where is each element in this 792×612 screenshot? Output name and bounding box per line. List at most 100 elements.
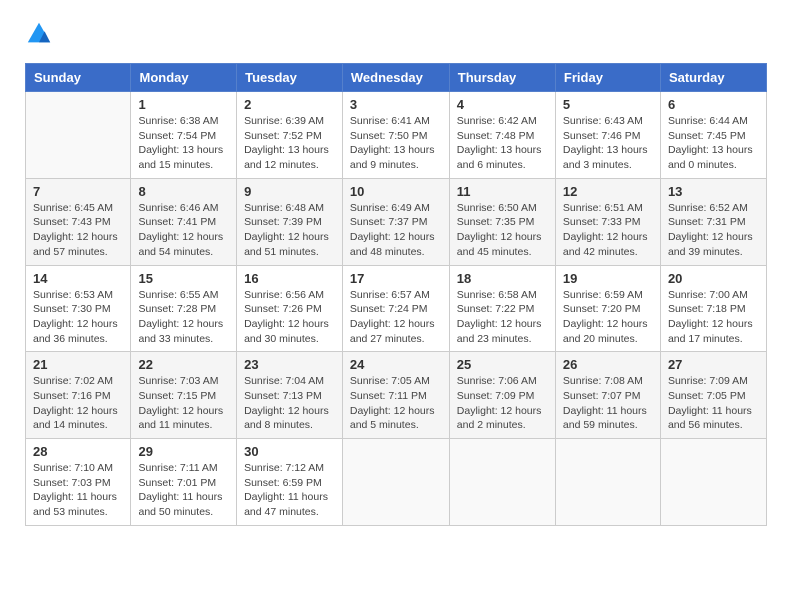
calendar-cell: 22 Sunrise: 7:03 AM Sunset: 7:15 PM Dayli…	[131, 352, 237, 439]
day-number: 9	[244, 184, 335, 199]
day-number: 26	[563, 357, 653, 372]
day-number: 23	[244, 357, 335, 372]
calendar-week-row: 7 Sunrise: 6:45 AM Sunset: 7:43 PM Daylig…	[26, 178, 767, 265]
day-number: 7	[33, 184, 123, 199]
calendar-header-row: SundayMondayTuesdayWednesdayThursdayFrid…	[26, 64, 767, 92]
calendar-cell: 16 Sunrise: 6:56 AM Sunset: 7:26 PM Dayli…	[237, 265, 343, 352]
calendar-cell: 24 Sunrise: 7:05 AM Sunset: 7:11 PM Dayli…	[342, 352, 449, 439]
day-info: Sunrise: 6:59 AM Sunset: 7:20 PM Dayligh…	[563, 288, 653, 347]
day-info: Sunrise: 6:53 AM Sunset: 7:30 PM Dayligh…	[33, 288, 123, 347]
day-of-week-header: Sunday	[26, 64, 131, 92]
day-info: Sunrise: 6:51 AM Sunset: 7:33 PM Dayligh…	[563, 201, 653, 260]
logo	[25, 20, 57, 48]
day-of-week-header: Wednesday	[342, 64, 449, 92]
day-info: Sunrise: 7:02 AM Sunset: 7:16 PM Dayligh…	[33, 374, 123, 433]
day-info: Sunrise: 7:03 AM Sunset: 7:15 PM Dayligh…	[138, 374, 229, 433]
calendar-cell: 19 Sunrise: 6:59 AM Sunset: 7:20 PM Dayli…	[555, 265, 660, 352]
day-info: Sunrise: 6:46 AM Sunset: 7:41 PM Dayligh…	[138, 201, 229, 260]
calendar-week-row: 1 Sunrise: 6:38 AM Sunset: 7:54 PM Daylig…	[26, 92, 767, 179]
calendar-cell: 23 Sunrise: 7:04 AM Sunset: 7:13 PM Dayli…	[237, 352, 343, 439]
day-info: Sunrise: 6:42 AM Sunset: 7:48 PM Dayligh…	[457, 114, 548, 173]
day-info: Sunrise: 7:11 AM Sunset: 7:01 PM Dayligh…	[138, 461, 229, 520]
calendar-cell: 5 Sunrise: 6:43 AM Sunset: 7:46 PM Daylig…	[555, 92, 660, 179]
day-info: Sunrise: 6:41 AM Sunset: 7:50 PM Dayligh…	[350, 114, 442, 173]
calendar-cell: 30 Sunrise: 7:12 AM Sunset: 6:59 PM Dayli…	[237, 439, 343, 526]
day-number: 6	[668, 97, 759, 112]
day-info: Sunrise: 6:55 AM Sunset: 7:28 PM Dayligh…	[138, 288, 229, 347]
day-number: 8	[138, 184, 229, 199]
calendar-cell: 17 Sunrise: 6:57 AM Sunset: 7:24 PM Dayli…	[342, 265, 449, 352]
day-info: Sunrise: 7:00 AM Sunset: 7:18 PM Dayligh…	[668, 288, 759, 347]
day-info: Sunrise: 6:48 AM Sunset: 7:39 PM Dayligh…	[244, 201, 335, 260]
day-number: 19	[563, 271, 653, 286]
calendar-week-row: 14 Sunrise: 6:53 AM Sunset: 7:30 PM Dayli…	[26, 265, 767, 352]
calendar-week-row: 28 Sunrise: 7:10 AM Sunset: 7:03 PM Dayli…	[26, 439, 767, 526]
day-number: 4	[457, 97, 548, 112]
day-info: Sunrise: 6:44 AM Sunset: 7:45 PM Dayligh…	[668, 114, 759, 173]
day-number: 21	[33, 357, 123, 372]
calendar-table: SundayMondayTuesdayWednesdayThursdayFrid…	[25, 63, 767, 526]
day-of-week-header: Thursday	[449, 64, 555, 92]
day-number: 24	[350, 357, 442, 372]
day-info: Sunrise: 7:12 AM Sunset: 6:59 PM Dayligh…	[244, 461, 335, 520]
day-number: 15	[138, 271, 229, 286]
day-number: 3	[350, 97, 442, 112]
calendar-cell: 15 Sunrise: 6:55 AM Sunset: 7:28 PM Dayli…	[131, 265, 237, 352]
day-of-week-header: Saturday	[660, 64, 766, 92]
day-info: Sunrise: 6:38 AM Sunset: 7:54 PM Dayligh…	[138, 114, 229, 173]
day-info: Sunrise: 7:06 AM Sunset: 7:09 PM Dayligh…	[457, 374, 548, 433]
day-number: 29	[138, 444, 229, 459]
day-number: 22	[138, 357, 229, 372]
day-info: Sunrise: 6:58 AM Sunset: 7:22 PM Dayligh…	[457, 288, 548, 347]
calendar-cell: 11 Sunrise: 6:50 AM Sunset: 7:35 PM Dayli…	[449, 178, 555, 265]
day-number: 30	[244, 444, 335, 459]
calendar-cell: 6 Sunrise: 6:44 AM Sunset: 7:45 PM Daylig…	[660, 92, 766, 179]
day-info: Sunrise: 7:09 AM Sunset: 7:05 PM Dayligh…	[668, 374, 759, 433]
day-number: 18	[457, 271, 548, 286]
calendar-cell: 1 Sunrise: 6:38 AM Sunset: 7:54 PM Daylig…	[131, 92, 237, 179]
day-info: Sunrise: 7:08 AM Sunset: 7:07 PM Dayligh…	[563, 374, 653, 433]
calendar-cell	[449, 439, 555, 526]
calendar-cell: 26 Sunrise: 7:08 AM Sunset: 7:07 PM Dayli…	[555, 352, 660, 439]
calendar-cell: 27 Sunrise: 7:09 AM Sunset: 7:05 PM Dayli…	[660, 352, 766, 439]
day-number: 16	[244, 271, 335, 286]
day-number: 13	[668, 184, 759, 199]
calendar-cell: 3 Sunrise: 6:41 AM Sunset: 7:50 PM Daylig…	[342, 92, 449, 179]
day-info: Sunrise: 7:05 AM Sunset: 7:11 PM Dayligh…	[350, 374, 442, 433]
day-number: 2	[244, 97, 335, 112]
day-number: 5	[563, 97, 653, 112]
logo-icon	[25, 20, 53, 48]
calendar-week-row: 21 Sunrise: 7:02 AM Sunset: 7:16 PM Dayli…	[26, 352, 767, 439]
day-info: Sunrise: 7:04 AM Sunset: 7:13 PM Dayligh…	[244, 374, 335, 433]
calendar-cell: 8 Sunrise: 6:46 AM Sunset: 7:41 PM Daylig…	[131, 178, 237, 265]
day-number: 12	[563, 184, 653, 199]
day-info: Sunrise: 6:56 AM Sunset: 7:26 PM Dayligh…	[244, 288, 335, 347]
day-number: 10	[350, 184, 442, 199]
calendar-cell: 12 Sunrise: 6:51 AM Sunset: 7:33 PM Dayli…	[555, 178, 660, 265]
day-number: 28	[33, 444, 123, 459]
day-number: 20	[668, 271, 759, 286]
day-number: 11	[457, 184, 548, 199]
day-number: 14	[33, 271, 123, 286]
calendar-cell: 20 Sunrise: 7:00 AM Sunset: 7:18 PM Dayli…	[660, 265, 766, 352]
day-info: Sunrise: 7:10 AM Sunset: 7:03 PM Dayligh…	[33, 461, 123, 520]
calendar-cell: 9 Sunrise: 6:48 AM Sunset: 7:39 PM Daylig…	[237, 178, 343, 265]
day-info: Sunrise: 6:50 AM Sunset: 7:35 PM Dayligh…	[457, 201, 548, 260]
calendar-cell: 2Sunrise: 6:39 AM Sunset: 7:52 PM Daylig…	[237, 92, 343, 179]
day-info: Sunrise: 6:57 AM Sunset: 7:24 PM Dayligh…	[350, 288, 442, 347]
day-number: 27	[668, 357, 759, 372]
day-number: 1	[138, 97, 229, 112]
day-info: Sunrise: 6:52 AM Sunset: 7:31 PM Dayligh…	[668, 201, 759, 260]
day-info: Sunrise: 6:45 AM Sunset: 7:43 PM Dayligh…	[33, 201, 123, 260]
page-header	[25, 20, 767, 48]
calendar-cell: 21 Sunrise: 7:02 AM Sunset: 7:16 PM Dayli…	[26, 352, 131, 439]
calendar-cell: 25Sunrise: 7:06 AM Sunset: 7:09 PM Dayli…	[449, 352, 555, 439]
calendar-cell: 14 Sunrise: 6:53 AM Sunset: 7:30 PM Dayli…	[26, 265, 131, 352]
day-info: Sunrise: 6:49 AM Sunset: 7:37 PM Dayligh…	[350, 201, 442, 260]
calendar-cell	[555, 439, 660, 526]
day-number: 17	[350, 271, 442, 286]
calendar-cell: 4 Sunrise: 6:42 AM Sunset: 7:48 PM Daylig…	[449, 92, 555, 179]
day-info: Sunrise: 6:43 AM Sunset: 7:46 PM Dayligh…	[563, 114, 653, 173]
calendar-cell: 10 Sunrise: 6:49 AM Sunset: 7:37 PM Dayli…	[342, 178, 449, 265]
calendar-cell	[342, 439, 449, 526]
